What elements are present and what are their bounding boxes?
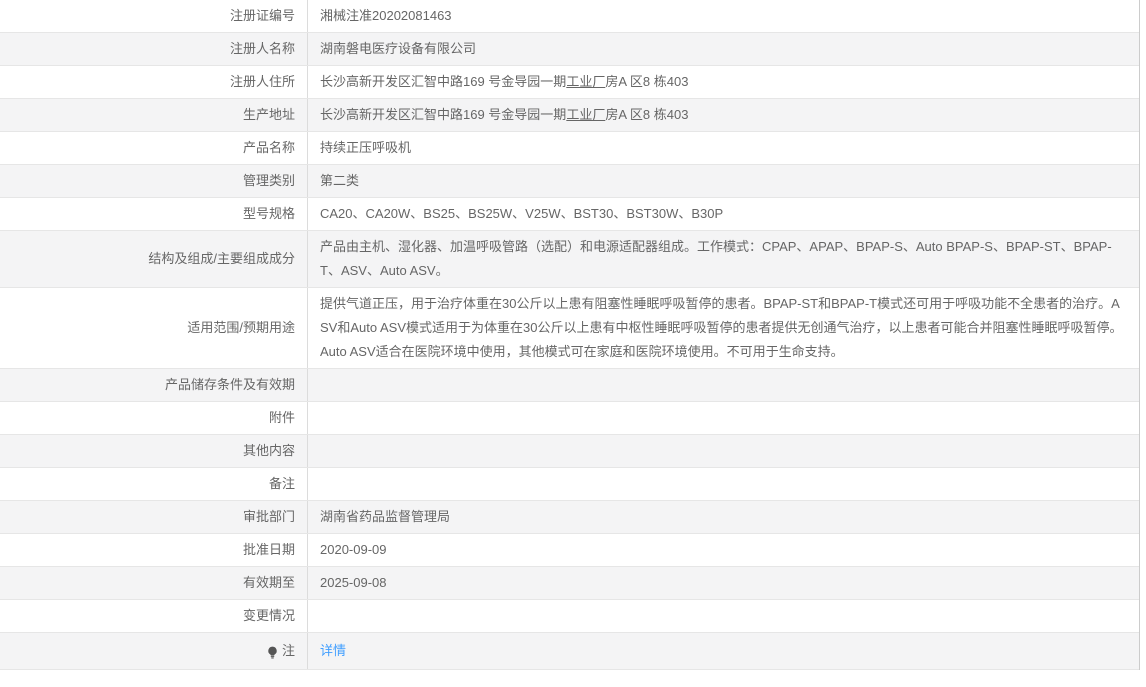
- bulb-icon: [266, 646, 279, 659]
- row-value: 第二类: [308, 165, 1139, 197]
- row-value: 详情: [308, 633, 1139, 669]
- row-value: 产品由主机、湿化器、加温呼吸管路（选配）和电源适配器组成。工作模式：CPAP、A…: [308, 231, 1139, 287]
- row-label-text: 管理类别: [243, 169, 295, 193]
- row-label: 有效期至: [0, 567, 308, 599]
- table-row: 适用范围/预期用途 提供气道正压，用于治疗体重在30公斤以上患有阻塞性睡眠呼吸暂…: [0, 288, 1139, 369]
- table-row: 批准日期 2020-09-09: [0, 534, 1139, 567]
- table-row: 有效期至 2025-09-08: [0, 567, 1139, 600]
- row-value-text: 湖南磐电医疗设备有限公司: [320, 37, 1124, 61]
- page: 注册证编号 湘械注准20202081463 注册人名称 湖南磐电医疗设备有限公司: [0, 0, 1146, 687]
- row-label: 生产地址: [0, 99, 308, 131]
- registration-table: 注册证编号 湘械注准20202081463 注册人名称 湖南磐电医疗设备有限公司: [0, 0, 1140, 670]
- row-label-text: 审批部门: [243, 505, 295, 529]
- details-link[interactable]: 详情: [320, 643, 346, 658]
- row-label-text: 型号规格: [243, 202, 295, 226]
- row-value: 2025-09-08: [308, 567, 1139, 599]
- row-label-text: 适用范围/预期用途: [187, 316, 295, 340]
- table-row: 注 详情: [0, 633, 1139, 670]
- row-label: 产品储存条件及有效期: [0, 369, 308, 401]
- row-label: 注册人住所: [0, 66, 308, 98]
- row-label: 注册人名称: [0, 33, 308, 65]
- row-label-text: 注册人住所: [230, 70, 295, 94]
- row-label: 批准日期: [0, 534, 308, 566]
- row-value-text: CA20、CA20W、BS25、BS25W、V25W、BST30、BST30W、…: [320, 202, 1124, 226]
- table-row: 注册证编号 湘械注准20202081463: [0, 0, 1139, 33]
- table-row: 管理类别 第二类: [0, 165, 1139, 198]
- row-value-text: 湖南省药品监督管理局: [320, 505, 1124, 529]
- table-row: 产品储存条件及有效期: [0, 369, 1139, 402]
- row-value: 湘械注准20202081463: [308, 0, 1139, 32]
- row-label-text: 注册人名称: [230, 37, 295, 61]
- row-value-text: 持续正压呼吸机: [320, 136, 1124, 160]
- row-label-text: 其他内容: [243, 439, 295, 463]
- row-value-text: 详情: [320, 639, 1124, 663]
- row-value: 湖南省药品监督管理局: [308, 501, 1139, 533]
- row-value: 2020-09-09: [308, 534, 1139, 566]
- row-value-text: 第二类: [320, 169, 1124, 193]
- row-label-text: 产品储存条件及有效期: [165, 373, 295, 397]
- row-label: 备注: [0, 468, 308, 500]
- row-value: [308, 468, 1139, 500]
- row-label-text: 备注: [269, 472, 295, 496]
- row-label: 审批部门: [0, 501, 308, 533]
- row-label-text: 附件: [269, 406, 295, 430]
- row-value-text: 产品由主机、湿化器、加温呼吸管路（选配）和电源适配器组成。工作模式：CPAP、A…: [320, 235, 1124, 283]
- table-row: 型号规格 CA20、CA20W、BS25、BS25W、V25W、BST30、BS…: [0, 198, 1139, 231]
- row-label-text: 批准日期: [243, 538, 295, 562]
- row-label: 变更情况: [0, 600, 308, 632]
- row-label: 附件: [0, 402, 308, 434]
- row-label: 型号规格: [0, 198, 308, 230]
- row-value: [308, 402, 1139, 434]
- row-label-text: 注册证编号: [230, 4, 295, 28]
- row-label: 其他内容: [0, 435, 308, 467]
- row-label: 注册证编号: [0, 0, 308, 32]
- row-label-text: 产品名称: [243, 136, 295, 160]
- row-value: [308, 435, 1139, 467]
- table-row: 备注: [0, 468, 1139, 501]
- table-row: 注册人名称 湖南磐电医疗设备有限公司: [0, 33, 1139, 66]
- row-value: [308, 369, 1139, 401]
- row-label: 产品名称: [0, 132, 308, 164]
- row-value: 持续正压呼吸机: [308, 132, 1139, 164]
- row-value-text: 提供气道正压，用于治疗体重在30公斤以上患有阻塞性睡眠呼吸暂停的患者。BPAP-…: [320, 292, 1124, 364]
- row-label-text: 注: [282, 639, 295, 663]
- table-row: 注册人住所 长沙高新开发区汇智中路169 号金导园一期工业厂房A 区8 栋403: [0, 66, 1139, 99]
- row-value: 提供气道正压，用于治疗体重在30公斤以上患有阻塞性睡眠呼吸暂停的患者。BPAP-…: [308, 288, 1139, 368]
- table-row: 变更情况: [0, 600, 1139, 633]
- table-row: 生产地址 长沙高新开发区汇智中路169 号金导园一期工业厂房A 区8 栋403: [0, 99, 1139, 132]
- row-value-text: 湘械注准20202081463: [320, 4, 1124, 28]
- table-row: 附件: [0, 402, 1139, 435]
- row-label-text: 变更情况: [243, 604, 295, 628]
- row-value: 长沙高新开发区汇智中路169 号金导园一期工业厂房A 区8 栋403: [308, 99, 1139, 131]
- row-label: 结构及组成/主要组成成分: [0, 231, 308, 287]
- row-value: 长沙高新开发区汇智中路169 号金导园一期工业厂房A 区8 栋403: [308, 66, 1139, 98]
- row-value: [308, 600, 1139, 632]
- row-label: 管理类别: [0, 165, 308, 197]
- table-row: 结构及组成/主要组成成分 产品由主机、湿化器、加温呼吸管路（选配）和电源适配器组…: [0, 231, 1139, 288]
- row-label: 注: [0, 633, 308, 669]
- row-label-text: 生产地址: [243, 103, 295, 127]
- table-row: 产品名称 持续正压呼吸机: [0, 132, 1139, 165]
- row-label-text: 有效期至: [243, 571, 295, 595]
- table-row: 审批部门 湖南省药品监督管理局: [0, 501, 1139, 534]
- row-value-text: 长沙高新开发区汇智中路169 号金导园一期工业厂房A 区8 栋403: [320, 103, 1124, 127]
- row-value-text: 长沙高新开发区汇智中路169 号金导园一期工业厂房A 区8 栋403: [320, 70, 1124, 94]
- row-label-text: 结构及组成/主要组成成分: [148, 247, 295, 271]
- row-label: 适用范围/预期用途: [0, 288, 308, 368]
- table-row: 其他内容: [0, 435, 1139, 468]
- row-value: 湖南磐电医疗设备有限公司: [308, 33, 1139, 65]
- row-value: CA20、CA20W、BS25、BS25W、V25W、BST30、BST30W、…: [308, 198, 1139, 230]
- row-value-text: 2020-09-09: [320, 538, 1124, 562]
- row-value-text: 2025-09-08: [320, 571, 1124, 595]
